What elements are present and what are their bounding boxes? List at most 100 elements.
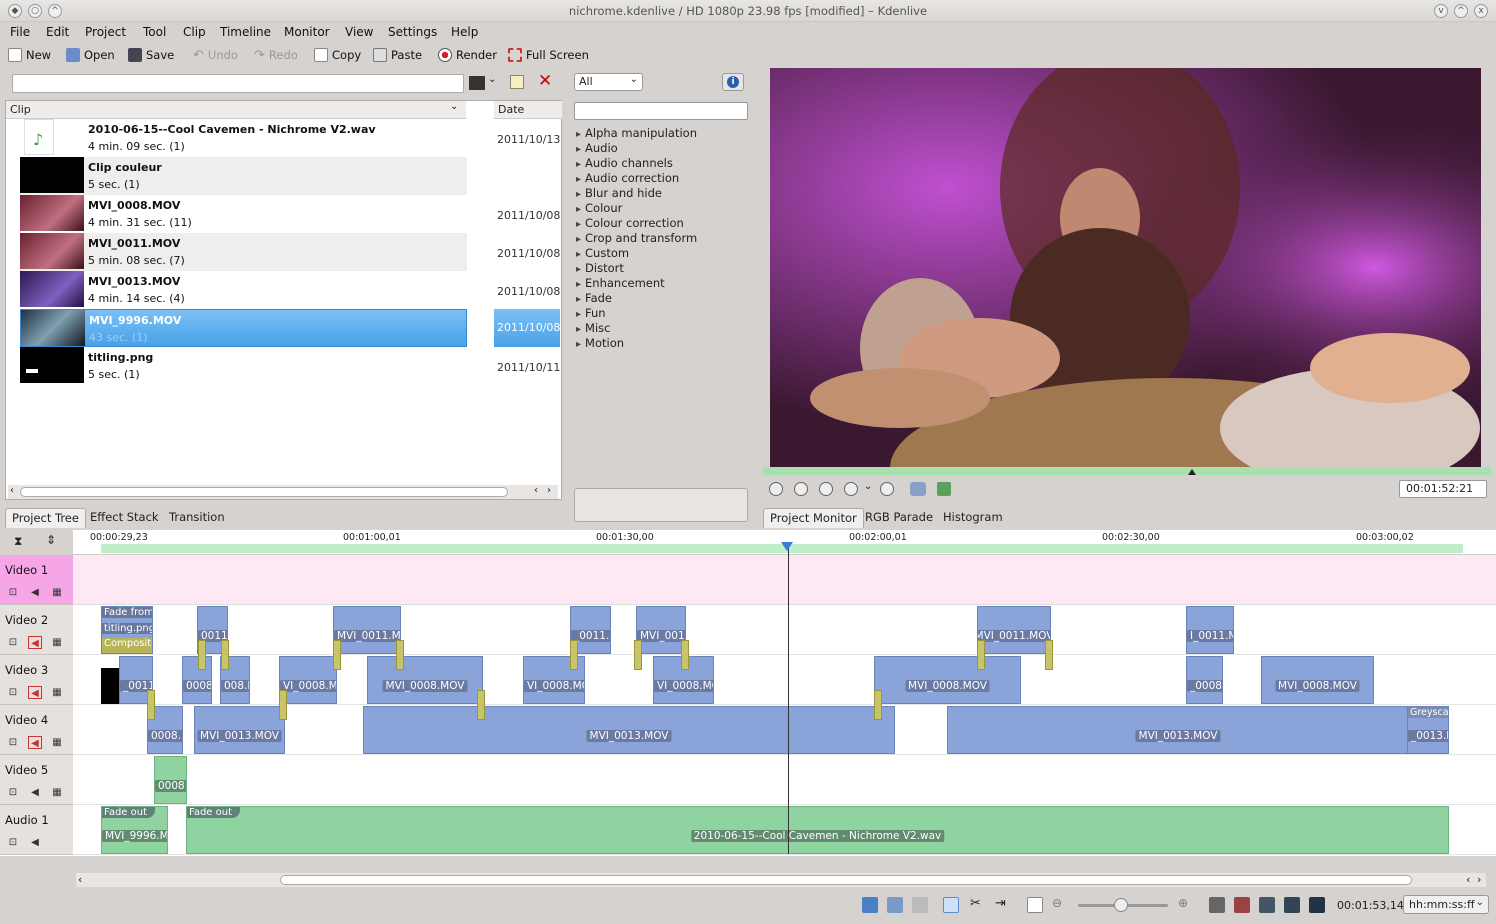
timeline-clip[interactable]: MVI_0013.MOV xyxy=(947,706,1409,754)
clip-row[interactable]: MVI_0013.MOV 4 min. 14 sec. (4) xyxy=(20,271,467,309)
mute-icon[interactable]: ◀ xyxy=(28,586,42,599)
timeline-clip[interactable]: MVI_0008.MOV xyxy=(367,656,483,704)
transition-marker[interactable] xyxy=(570,640,578,670)
scroll-thumb[interactable] xyxy=(20,487,508,497)
transition-marker[interactable] xyxy=(634,640,642,670)
date-column-header[interactable]: Date xyxy=(494,101,562,119)
tab-effect-stack[interactable]: Effect Stack xyxy=(84,508,165,528)
effect-category[interactable]: Colour correction xyxy=(576,216,684,230)
transition-marker[interactable] xyxy=(279,690,287,720)
collapse-tracks-icon[interactable]: ⧗ xyxy=(14,534,22,549)
rewind-icon[interactable] xyxy=(819,482,833,496)
selection-tool-icon[interactable] xyxy=(943,897,959,913)
timeline-clip[interactable]: MVI_0013.MOV xyxy=(363,706,895,754)
clip-list-hscrollbar[interactable]: ‹ ‹ › xyxy=(8,485,558,499)
transition-marker[interactable] xyxy=(333,640,341,670)
effect-category[interactable]: Audio channels xyxy=(576,156,673,170)
project-search-input[interactable] xyxy=(12,74,464,93)
time-format-select[interactable]: hh:mm:ss:ff ⌄ xyxy=(1403,895,1489,914)
show-markers-icon[interactable] xyxy=(1234,897,1250,913)
effect-category[interactable]: Fade xyxy=(576,291,612,305)
play-icon[interactable] xyxy=(844,482,858,496)
transition-marker[interactable] xyxy=(396,640,404,670)
timeline-scroll-thumb[interactable] xyxy=(280,875,1412,885)
tab-histogram[interactable]: Histogram xyxy=(937,508,1009,528)
color-clip[interactable] xyxy=(101,668,119,704)
mute-icon[interactable]: ◀ xyxy=(28,686,42,699)
clip-row[interactable]: Clip couleur 5 sec. (1) xyxy=(20,157,467,195)
track-header[interactable]: Video 3 ⊡ ◀ ▦ xyxy=(0,655,73,705)
track-row-video1[interactable] xyxy=(73,555,1496,605)
monitor-settings-icon[interactable] xyxy=(910,482,926,496)
monitor-timecode-field[interactable]: 00:01:52:21 xyxy=(1399,480,1487,498)
zoom-slider[interactable] xyxy=(1078,898,1168,912)
effect-category[interactable]: Misc xyxy=(576,321,610,335)
fullscreen-button[interactable]: Full Screen xyxy=(508,46,589,64)
lock-icon[interactable]: ⊡ xyxy=(6,586,20,599)
volume-icon[interactable] xyxy=(937,482,951,496)
razor-tool-icon[interactable]: ✂ xyxy=(970,896,981,911)
set-zone-end-icon[interactable] xyxy=(794,482,808,496)
effect-category[interactable]: Audio correction xyxy=(576,171,679,185)
scroll-right-icon-tl[interactable]: › xyxy=(1477,873,1481,886)
timeline-clip[interactable]: MVI_9996.MO Fade out xyxy=(101,806,168,854)
scroll-right-icon[interactable]: › xyxy=(547,485,551,496)
transition-marker[interactable] xyxy=(681,640,689,670)
menu-help[interactable]: Help xyxy=(451,25,478,39)
mute-icon[interactable]: ◀ xyxy=(28,636,42,649)
timeline-playhead[interactable] xyxy=(788,548,789,854)
lock-icon[interactable]: ⊡ xyxy=(6,736,20,749)
zoom-in-icon[interactable]: ⊕ xyxy=(1178,896,1188,910)
menu-file[interactable]: File xyxy=(10,25,30,39)
timeline-hscrollbar[interactable]: ‹ ‹ › xyxy=(76,873,1486,887)
menu-project[interactable]: Project xyxy=(85,25,126,39)
track-header[interactable]: Audio 1 ⊡ ◀ xyxy=(0,805,73,855)
track-header[interactable]: Video 5 ⊡ ◀ ▦ xyxy=(0,755,73,805)
menu-tool[interactable]: Tool xyxy=(143,25,166,39)
transition-marker[interactable] xyxy=(1045,640,1053,670)
timeline-clip[interactable]: 0008.M xyxy=(154,756,187,804)
transition-marker[interactable] xyxy=(147,690,155,720)
timeline-clip[interactable]: MVI_0011.MOV xyxy=(333,606,401,654)
timeline-clip[interactable]: _0008.M xyxy=(1186,656,1223,704)
tab-project-monitor[interactable]: Project Monitor xyxy=(763,508,864,528)
set-zone-start-icon[interactable] xyxy=(769,482,783,496)
hide-video-icon[interactable]: ▦ xyxy=(50,786,64,799)
playhead-marker-icon[interactable] xyxy=(781,542,793,551)
scroll-left-icon-2[interactable]: ‹ xyxy=(534,485,538,496)
menu-settings[interactable]: Settings xyxy=(388,25,437,39)
copy-button[interactable]: Copy xyxy=(314,46,361,64)
effect-category[interactable]: Fun xyxy=(576,306,606,320)
save-button[interactable]: Save xyxy=(128,46,174,64)
menu-clip[interactable]: Clip xyxy=(183,25,206,39)
lock-icon[interactable]: ⊡ xyxy=(6,636,20,649)
transition-marker[interactable] xyxy=(977,640,985,670)
insert-mode-icon[interactable] xyxy=(912,897,928,913)
lock-icon[interactable]: ⊡ xyxy=(6,686,20,699)
tab-transition[interactable]: Transition xyxy=(163,508,231,528)
undo-button[interactable]: ↶ Undo xyxy=(193,46,238,64)
effect-category[interactable]: Distort xyxy=(576,261,624,275)
zoom-slider-handle[interactable] xyxy=(1114,898,1128,912)
clip-row[interactable]: ♪ 2010-06-15--Cool Cavemen - Nichrome V2.… xyxy=(20,119,467,157)
effect-category[interactable]: Custom xyxy=(576,246,629,260)
menu-monitor[interactable]: Monitor xyxy=(284,25,330,39)
effect-search-input[interactable] xyxy=(574,102,748,120)
snap-icon[interactable] xyxy=(1309,897,1325,913)
menu-view[interactable]: View xyxy=(345,25,373,39)
delete-clip-icon[interactable]: ✕ xyxy=(538,71,552,91)
transition-marker[interactable] xyxy=(874,690,882,720)
timeline-clip[interactable]: MVI_0008.MOV xyxy=(874,656,1021,704)
maximize-icon[interactable]: ^ xyxy=(1454,4,1468,18)
timeline-clip[interactable]: MVI_0011.MC xyxy=(636,606,686,654)
menu-edit[interactable]: Edit xyxy=(46,25,69,39)
paste-button[interactable]: Paste xyxy=(373,46,422,64)
scroll-left-icon-tl2[interactable]: ‹ xyxy=(1466,873,1470,886)
spacer-tool-icon[interactable]: ⇥ xyxy=(995,896,1006,911)
effect-category[interactable]: Alpha manipulation xyxy=(576,126,697,140)
track-row-video5[interactable] xyxy=(73,755,1496,805)
fit-zoom-icon[interactable] xyxy=(1027,897,1043,913)
new-button[interactable]: New xyxy=(8,46,51,64)
add-clip-dropdown-icon[interactable]: ⌄ xyxy=(488,74,496,85)
close-icon[interactable]: x xyxy=(1474,4,1488,18)
